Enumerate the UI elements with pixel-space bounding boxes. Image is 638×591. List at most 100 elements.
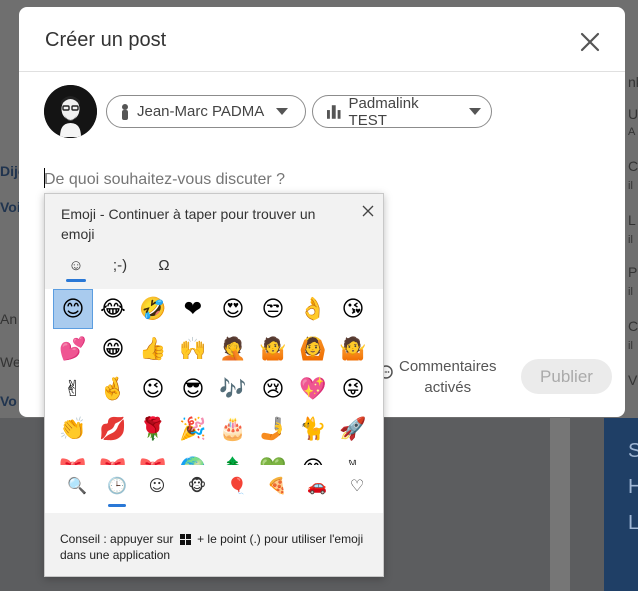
emoji-cell[interactable]: ❤	[173, 289, 213, 329]
post-text-input[interactable]	[44, 167, 594, 193]
avatar[interactable]	[44, 85, 97, 138]
emoji-cell[interactable]: 😍	[213, 289, 253, 329]
emoji-cell[interactable]: 😜	[333, 369, 373, 409]
emoji-cell[interactable]: 🎶	[213, 369, 253, 409]
publish-button[interactable]: Publier	[521, 359, 612, 394]
background-text: P	[628, 264, 638, 280]
header-divider	[19, 71, 625, 72]
close-icon	[362, 205, 374, 217]
emoji-cell[interactable]: 🎂	[213, 409, 253, 449]
chevron-down-icon	[469, 108, 481, 115]
emoji-cell[interactable]: 🌹	[133, 409, 173, 449]
emoji-cell[interactable]: 🤣	[133, 289, 173, 329]
author-selector[interactable]: Jean-Marc PADMA	[106, 95, 306, 128]
emoji-cell[interactable]: 🤦	[213, 329, 253, 369]
background-text: L	[628, 512, 638, 534]
category-celebration[interactable]: 🎈	[217, 465, 257, 505]
hint-text-start: Conseil : appuyer sur	[60, 532, 174, 546]
tab-emoji[interactable]: ☺	[59, 252, 93, 282]
background-text: il	[628, 180, 633, 192]
emoji-cell[interactable]: 😉	[133, 369, 173, 409]
emoji-cell[interactable]: 😒	[253, 289, 293, 329]
emoji-cell[interactable]: 🐈	[293, 409, 333, 449]
emoji-cell[interactable]: 😁	[93, 329, 133, 369]
comments-label: Commentaires	[399, 358, 497, 375]
emoji-cell[interactable]: 🎀	[133, 449, 173, 466]
dialog-title: Créer un post	[45, 29, 167, 51]
category-search[interactable]: 🔍	[57, 465, 97, 505]
emoji-cell[interactable]: ✌	[333, 449, 373, 466]
emoji-cell[interactable]: 😘	[333, 289, 373, 329]
emoji-category-bar: 🔍 🕒 ☺ 🐵 🎈 🍕 🚗 ♡	[45, 465, 383, 513]
emoji-cell[interactable]: 🎀	[93, 449, 133, 466]
background-text: nk	[628, 74, 638, 90]
emoji-picker-close-button[interactable]	[359, 202, 377, 220]
page-label: Padmalink TEST	[348, 94, 419, 129]
close-icon	[580, 32, 600, 52]
category-animals[interactable]: 🐵	[177, 465, 217, 505]
background-text: H	[628, 476, 638, 498]
person-icon	[122, 103, 128, 120]
emoji-cell[interactable]: 👍	[133, 329, 173, 369]
background-text: A	[628, 126, 636, 138]
emoji-picker-tabs: ☺ ;-) Ω	[59, 252, 181, 282]
background-text: An	[0, 311, 18, 327]
background-text: C	[628, 318, 638, 334]
tab-symbols[interactable]: Ω	[147, 252, 181, 278]
emoji-picker-title: Emoji - Continuer à taper pour trouver u…	[61, 206, 316, 242]
tab-kaomoji[interactable]: ;-)	[103, 252, 137, 278]
background-text: V	[628, 372, 638, 388]
close-dialog-button[interactable]	[575, 27, 605, 57]
emoji-cell[interactable]: 🙆	[293, 329, 333, 369]
emoji-cell[interactable]: 👌	[293, 289, 333, 329]
emoji-grid-scroll[interactable]: 😊😂🤣❤😍😒👌😘💕😁👍🙌🤦🤷🙆🤷✌🤞😉😎🎶😢💖😜👏💋🌹🎉🎂🤳🐈🚀🎀🎀🎀🌍🌲💚😊✌	[45, 289, 383, 465]
emoji-cell[interactable]: 🤳	[253, 409, 293, 449]
emoji-cell[interactable]: 💋	[93, 409, 133, 449]
background-text: il	[628, 234, 633, 246]
comments-setting-button[interactable]: Commentaires activés	[379, 356, 497, 398]
emoji-cell[interactable]: 🤷	[333, 329, 373, 369]
emoji-cell[interactable]: 😎	[173, 369, 213, 409]
windows-key-icon	[179, 534, 191, 546]
page-selector[interactable]: Padmalink TEST	[312, 94, 492, 129]
emoji-hint: Conseil : appuyer sur + le point (.) pou…	[60, 531, 375, 563]
background-text: S	[628, 440, 638, 462]
background-text: We	[0, 354, 21, 370]
chevron-down-icon	[276, 108, 289, 115]
emoji-cell[interactable]: 🤞	[93, 369, 133, 409]
emoji-cell[interactable]: 🎉	[173, 409, 213, 449]
category-food[interactable]: 🍕	[257, 465, 297, 505]
background-text: il	[628, 340, 633, 352]
emoji-cell[interactable]: 😢	[253, 369, 293, 409]
emoji-cell[interactable]: 💖	[293, 369, 333, 409]
emoji-cell[interactable]: 🙌	[173, 329, 213, 369]
emoji-cell[interactable]: 💕	[53, 329, 93, 369]
author-label: Jean-Marc PADMA	[137, 103, 265, 120]
emoji-cell[interactable]: 🌲	[213, 449, 253, 466]
emoji-picker: Emoji - Continuer à taper pour trouver u…	[44, 193, 384, 577]
background-column	[550, 418, 570, 591]
text-cursor	[44, 168, 45, 188]
background-text: Vo	[0, 393, 17, 409]
background-text: U	[628, 106, 638, 122]
emoji-grid: 😊😂🤣❤😍😒👌😘💕😁👍🙌🤦🤷🙆🤷✌🤞😉😎🎶😢💖😜👏💋🌹🎉🎂🤳🐈🚀🎀🎀🎀🌍🌲💚😊✌	[53, 289, 373, 465]
emoji-cell[interactable]: 💚	[253, 449, 293, 466]
background-text: Voi	[0, 199, 21, 215]
category-symbols[interactable]: ♡	[337, 465, 377, 505]
comments-status: activés	[424, 379, 472, 396]
emoji-cell[interactable]: 😊	[53, 289, 93, 329]
emoji-cell[interactable]: ✌	[53, 369, 93, 409]
emoji-cell[interactable]: 🎀	[53, 449, 93, 466]
background-text: il	[628, 286, 633, 298]
emoji-cell[interactable]: 👏	[53, 409, 93, 449]
emoji-cell[interactable]: 😂	[93, 289, 133, 329]
profile-picture-icon	[44, 85, 97, 138]
background-text: L	[628, 212, 636, 228]
emoji-cell[interactable]: 😊	[293, 449, 333, 466]
emoji-cell[interactable]: 🤷	[253, 329, 293, 369]
emoji-cell[interactable]: 🌍	[173, 449, 213, 466]
category-recent[interactable]: 🕒	[97, 465, 137, 507]
category-travel[interactable]: 🚗	[297, 465, 337, 505]
emoji-cell[interactable]: 🚀	[333, 409, 373, 449]
category-smileys[interactable]: ☺	[137, 465, 177, 505]
